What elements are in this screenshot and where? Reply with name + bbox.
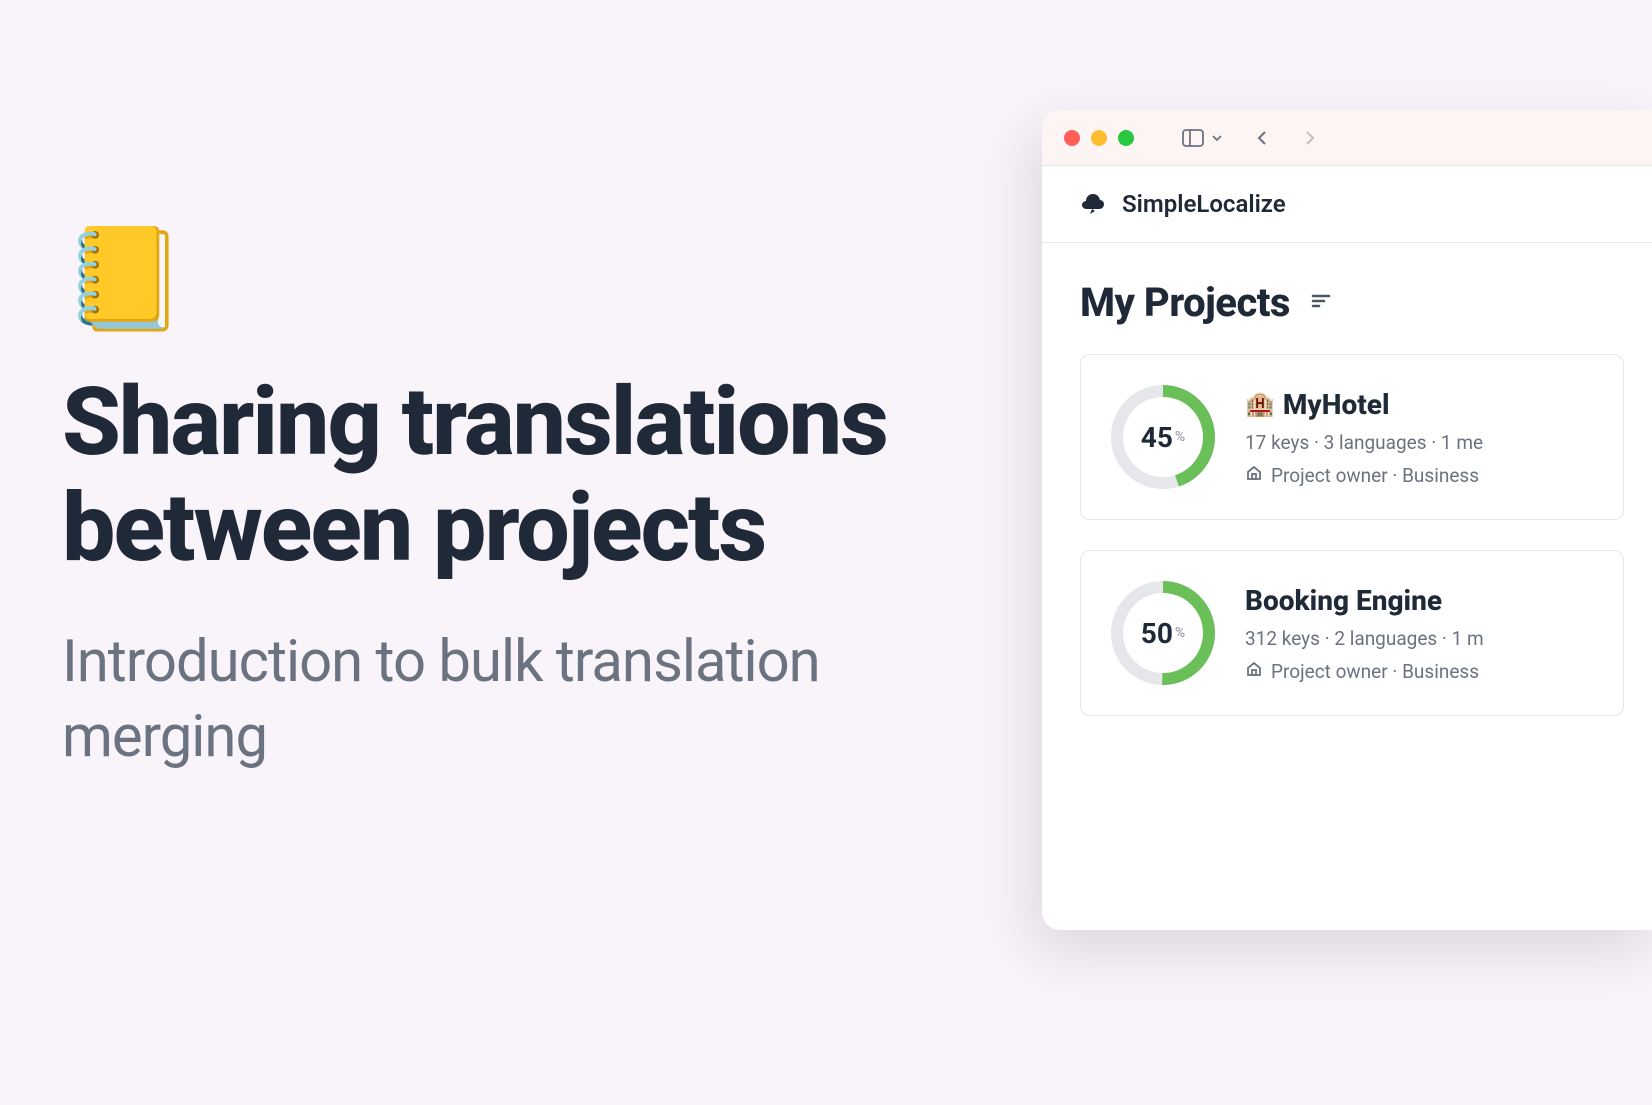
project-name-text: MyHotel bbox=[1283, 388, 1390, 421]
nav-forward-button[interactable] bbox=[1300, 129, 1318, 147]
minimize-button[interactable] bbox=[1091, 130, 1107, 146]
chevron-down-icon[interactable] bbox=[1210, 131, 1224, 145]
titlebar bbox=[1042, 110, 1652, 166]
traffic-lights bbox=[1064, 130, 1134, 146]
hero-panel: 📒 Sharing translations between projects … bbox=[62, 230, 982, 776]
cloud-icon bbox=[1080, 190, 1108, 218]
nav-back-button[interactable] bbox=[1254, 129, 1272, 147]
home-icon bbox=[1245, 464, 1263, 487]
section-title: My Projects bbox=[1080, 279, 1290, 326]
page-title: Sharing translations between projects bbox=[62, 370, 982, 583]
sort-icon[interactable] bbox=[1310, 290, 1332, 316]
project-owner-line: Project owner · Business bbox=[1245, 464, 1595, 487]
percent-sign: % bbox=[1175, 429, 1185, 445]
project-info: Booking Engine 312 keys · 2 languages · … bbox=[1245, 584, 1595, 683]
browser-window: SimpleLocalize My Projects 45% 🏨 My bbox=[1042, 110, 1652, 930]
project-name-text: Booking Engine bbox=[1245, 584, 1442, 617]
project-meta: 312 keys · 2 languages · 1 m bbox=[1245, 627, 1595, 650]
home-icon bbox=[1245, 660, 1263, 683]
projects-header: My Projects bbox=[1042, 243, 1652, 354]
project-emoji: 🏨 bbox=[1245, 390, 1275, 418]
app-name: SimpleLocalize bbox=[1122, 190, 1286, 218]
close-button[interactable] bbox=[1064, 130, 1080, 146]
page-subtitle: Introduction to bulk translation merging bbox=[62, 625, 982, 776]
percent-sign: % bbox=[1175, 625, 1185, 641]
project-info: 🏨 MyHotel 17 keys · 3 languages · 1 me P… bbox=[1245, 388, 1595, 487]
notebook-icon: 📒 bbox=[62, 230, 982, 330]
progress-donut: 45% bbox=[1109, 383, 1217, 491]
project-owner-line: Project owner · Business bbox=[1245, 660, 1595, 683]
maximize-button[interactable] bbox=[1118, 130, 1134, 146]
progress-donut: 50% bbox=[1109, 579, 1217, 687]
app-header: SimpleLocalize bbox=[1042, 166, 1652, 243]
progress-value: 50 bbox=[1141, 617, 1173, 650]
project-card[interactable]: 45% 🏨 MyHotel 17 keys · 3 languages · 1 … bbox=[1080, 354, 1624, 520]
sidebar-toggle-icon[interactable] bbox=[1182, 129, 1204, 147]
progress-value: 45 bbox=[1141, 421, 1173, 454]
project-meta: 17 keys · 3 languages · 1 me bbox=[1245, 431, 1595, 454]
project-card[interactable]: 50% Booking Engine 312 keys · 2 language… bbox=[1080, 550, 1624, 716]
